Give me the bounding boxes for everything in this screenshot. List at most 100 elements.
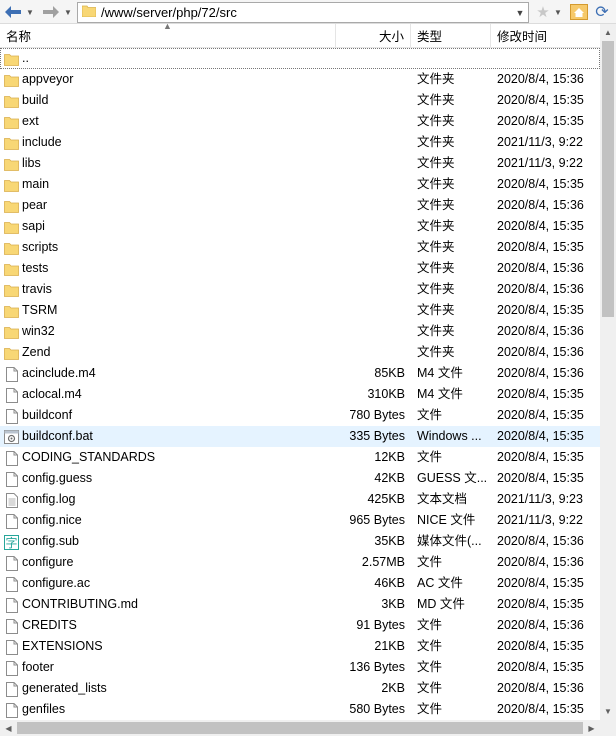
favorite-dropdown-icon[interactable]: ▼ xyxy=(553,2,563,22)
file-type xyxy=(417,48,489,69)
file-row[interactable]: config.guess 42KB GUESS 文... 2020/8/4, 15:3… xyxy=(0,468,600,489)
file-type: Windows ... xyxy=(417,429,482,443)
favorite-star-icon[interactable]: ★ xyxy=(533,2,553,22)
file-name: main xyxy=(22,177,50,191)
file-row[interactable]: configure.ac 46KB AC 文件 2020/8/4, 15:35 xyxy=(0,573,600,594)
column-header-size[interactable]: 大小 xyxy=(336,24,411,47)
horizontal-scrollbar[interactable]: ◀ ▶ xyxy=(0,720,600,736)
file-row[interactable]: include 文件夹 2021/11/3, 9:22 xyxy=(0,132,600,153)
file-type: 文件夹 xyxy=(417,282,455,296)
file-size xyxy=(336,111,405,132)
folder-icon xyxy=(4,282,19,298)
file-modified-date: 2020/8/4, 15:36 xyxy=(497,261,584,275)
file-size: 2.57MB xyxy=(361,555,405,569)
file-row[interactable]: pear 文件夹 2020/8/4, 15:36 xyxy=(0,195,600,216)
file-type: 文件 xyxy=(417,450,443,464)
forward-history-dropdown-icon[interactable]: ▼ xyxy=(62,2,74,22)
file-name: generated_lists xyxy=(22,681,107,695)
file-row[interactable]: travis 文件夹 2020/8/4, 15:36 xyxy=(0,279,600,300)
file-row[interactable]: TSRM 文件夹 2020/8/4, 15:35 xyxy=(0,300,600,321)
file-row[interactable]: .. xyxy=(0,48,600,69)
file-icon xyxy=(4,702,19,718)
home-icon[interactable] xyxy=(569,2,589,22)
file-row[interactable]: build 文件夹 2020/8/4, 15:35 xyxy=(0,90,600,111)
file-modified-date: 2021/11/3, 9:22 xyxy=(497,135,583,149)
file-row[interactable]: ext 文件夹 2020/8/4, 15:35 xyxy=(0,111,600,132)
column-header-type[interactable]: 类型 xyxy=(411,24,491,47)
file-row[interactable]: main 文件夹 2020/8/4, 15:35 xyxy=(0,174,600,195)
file-type: 文件夹 xyxy=(417,324,455,338)
file-modified-date: 2020/8/4, 15:35 xyxy=(497,303,584,317)
file-row[interactable]: CREDITS 91 Bytes 文件 2020/8/4, 15:36 xyxy=(0,615,600,636)
file-name: win32 xyxy=(22,324,55,338)
address-dropdown-icon[interactable]: ▼ xyxy=(512,3,528,22)
file-modified-date: 2020/8/4, 15:36 xyxy=(497,72,584,86)
file-type: 文件 xyxy=(417,618,443,632)
file-name: acinclude.m4 xyxy=(22,366,96,380)
file-row[interactable]: libs 文件夹 2021/11/3, 9:22 xyxy=(0,153,600,174)
file-name: scripts xyxy=(22,240,59,254)
file-size xyxy=(336,195,405,216)
file-size: 136 Bytes xyxy=(349,660,405,674)
column-header-name[interactable]: 名称 ▲ xyxy=(0,21,336,47)
file-modified-date: 2021/11/3, 9:23 xyxy=(497,492,583,506)
scroll-up-arrow-icon[interactable]: ▲ xyxy=(600,24,616,41)
file-row[interactable]: win32 文件夹 2020/8/4, 15:36 xyxy=(0,321,600,342)
file-row[interactable]: buildconf 780 Bytes 文件 2020/8/4, 15:35 xyxy=(0,405,600,426)
file-size: 425KB xyxy=(367,492,405,506)
file-type: 文件夹 xyxy=(417,240,455,254)
file-row[interactable]: configure 2.57MB 文件 2020/8/4, 15:36 xyxy=(0,552,600,573)
column-header-date[interactable]: 修改时间 xyxy=(491,24,600,47)
file-type: 文件夹 xyxy=(417,177,455,191)
back-arrow-icon[interactable] xyxy=(2,2,24,22)
file-name: Zend xyxy=(22,345,51,359)
scroll-down-arrow-icon[interactable]: ▼ xyxy=(600,703,616,720)
address-path[interactable]: /www/server/php/72/src xyxy=(101,5,512,20)
file-row[interactable]: CONTRIBUTING.md 3KB MD 文件 2020/8/4, 15:35 xyxy=(0,594,600,615)
file-row[interactable]: tests 文件夹 2020/8/4, 15:36 xyxy=(0,258,600,279)
back-history-dropdown-icon[interactable]: ▼ xyxy=(24,2,36,22)
file-name: aclocal.m4 xyxy=(22,387,82,401)
forward-arrow-icon[interactable] xyxy=(40,2,62,22)
file-row[interactable]: config.nice 965 Bytes NICE 文件 2021/11/3, 9:… xyxy=(0,510,600,531)
scroll-left-arrow-icon[interactable]: ◀ xyxy=(0,720,17,736)
file-row[interactable]: scripts 文件夹 2020/8/4, 15:35 xyxy=(0,237,600,258)
file-size: 12KB xyxy=(374,450,405,464)
file-name: ext xyxy=(22,114,39,128)
scroll-right-arrow-icon[interactable]: ▶ xyxy=(583,720,600,736)
file-type: 文件 xyxy=(417,639,443,653)
file-row[interactable]: buildconf.bat 335 Bytes Windows ... 2020/8/… xyxy=(0,426,600,447)
file-type: 文件夹 xyxy=(417,156,455,170)
file-row[interactable]: config.log 425KB 文本文档 2021/11/3, 9:23 xyxy=(0,489,600,510)
file-row[interactable]: sapi 文件夹 2020/8/4, 15:35 xyxy=(0,216,600,237)
file-row[interactable]: genfiles 580 Bytes 文件 2020/8/4, 15:35 xyxy=(0,699,600,720)
file-row[interactable]: EXTENSIONS 21KB 文件 2020/8/4, 15:35 xyxy=(0,636,600,657)
file-modified-date: 2020/8/4, 15:36 xyxy=(497,345,584,359)
vertical-scrollbar[interactable]: ▲ ▼ xyxy=(600,24,616,720)
file-row[interactable]: acinclude.m4 85KB M4 文件 2020/8/4, 15:36 xyxy=(0,363,600,384)
file-row[interactable]: generated_lists 2KB 文件 2020/8/4, 15:36 xyxy=(0,678,600,699)
file-row[interactable]: 字 config.sub 35KB 媒体文件(... 2020/8/4, 15:36 xyxy=(0,531,600,552)
file-row[interactable]: aclocal.m4 310KB M4 文件 2020/8/4, 15:35 xyxy=(0,384,600,405)
file-name: pear xyxy=(22,198,48,212)
file-row[interactable]: CODING_STANDARDS 12KB 文件 2020/8/4, 15:35 xyxy=(0,447,600,468)
file-row[interactable]: appveyor 文件夹 2020/8/4, 15:36 xyxy=(0,69,600,90)
file-row[interactable]: Zend 文件夹 2020/8/4, 15:36 xyxy=(0,342,600,363)
file-size: 310KB xyxy=(367,387,405,401)
file-icon xyxy=(4,660,19,676)
file-row[interactable]: footer 136 Bytes 文件 2020/8/4, 15:35 xyxy=(0,657,600,678)
vertical-scroll-thumb[interactable] xyxy=(602,41,614,317)
column-header-name-label: 名称 xyxy=(6,30,32,44)
file-name: config.log xyxy=(22,492,76,506)
file-size: 21KB xyxy=(374,639,405,653)
file-size xyxy=(336,153,405,174)
address-bar[interactable]: /www/server/php/72/src ▼ xyxy=(77,2,529,23)
file-name: travis xyxy=(22,282,52,296)
file-type: 媒体文件(... xyxy=(417,534,482,548)
folder-icon xyxy=(4,114,19,130)
horizontal-scroll-thumb[interactable] xyxy=(17,722,583,734)
refresh-icon[interactable]: ⟳ xyxy=(592,2,612,22)
file-name: configure.ac xyxy=(22,576,91,590)
file-type: 文件夹 xyxy=(417,72,455,86)
file-modified-date: 2020/8/4, 15:35 xyxy=(497,177,584,191)
